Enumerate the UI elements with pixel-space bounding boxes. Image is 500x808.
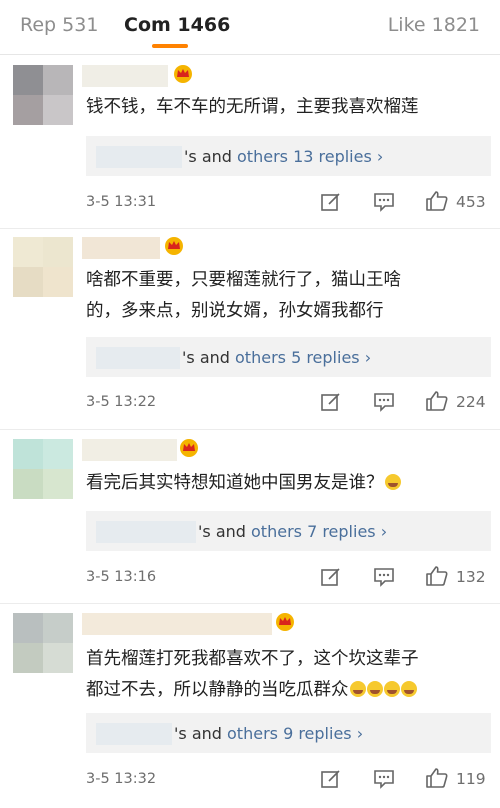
divider bbox=[0, 429, 500, 430]
avatar[interactable] bbox=[13, 65, 73, 125]
comment-text: 看完后其实特想知道她中国男友是谁？ bbox=[86, 468, 491, 499]
username-redacted[interactable] bbox=[82, 237, 160, 259]
comment-text: 啥都不重要，只要榴莲就行了，猫山王啥 的，多来点，别说女婿，孙女婿我都行 bbox=[86, 270, 401, 321]
reply-username-redacted bbox=[96, 347, 180, 369]
replies-summary: 's and others 7 replies › bbox=[198, 522, 388, 541]
comment-time: 3-5 13:32 bbox=[86, 771, 157, 787]
thumbs-up-icon[interactable] bbox=[425, 190, 449, 212]
comment-icon[interactable] bbox=[373, 192, 395, 212]
comment-time: 3-5 13:22 bbox=[86, 394, 157, 410]
comment-icon[interactable] bbox=[373, 567, 395, 587]
comment-text: 钱不钱，车不车的无所谓，主要我喜欢榴莲 bbox=[86, 97, 419, 117]
tab-comments[interactable]: Com 1466 bbox=[124, 14, 230, 36]
username-redacted[interactable] bbox=[82, 439, 177, 461]
edit-icon[interactable] bbox=[320, 192, 342, 212]
crown-badge-icon bbox=[180, 439, 198, 457]
replies-preview[interactable]: 's and others 7 replies › bbox=[86, 511, 491, 551]
replies-summary: 's and others 5 replies › bbox=[182, 348, 372, 367]
replies-summary: 's and others 9 replies › bbox=[174, 724, 364, 743]
laughing-emoji-icon bbox=[366, 681, 383, 697]
username-redacted[interactable] bbox=[82, 65, 168, 87]
laughing-emoji-icon bbox=[400, 681, 417, 697]
chevron-right-icon: › bbox=[380, 522, 388, 541]
replies-link[interactable]: others 7 replies bbox=[251, 522, 376, 541]
crown-badge-icon bbox=[174, 65, 192, 83]
thumbs-up-icon[interactable] bbox=[425, 390, 449, 412]
laughing-emoji-icon bbox=[349, 681, 366, 697]
chevron-right-icon: › bbox=[376, 147, 384, 166]
like-count: 453 bbox=[456, 193, 486, 211]
replies-link[interactable]: others 5 replies bbox=[235, 348, 360, 367]
replies-summary: 's and others 13 replies › bbox=[184, 147, 384, 166]
comment-item: 啥都不重要，只要榴莲就行了，猫山王啥 的，多来点，别说女婿，孙女婿我都行 's … bbox=[0, 230, 500, 430]
comment-item: 看完后其实特想知道她中国男友是谁？ 's and others 7 replie… bbox=[0, 432, 500, 604]
comment-tabs: Rep 531 Com 1466 Like 1821 bbox=[0, 0, 500, 55]
replies-preview[interactable]: 's and others 13 replies › bbox=[86, 136, 491, 176]
edit-icon[interactable] bbox=[320, 567, 342, 587]
like-count: 132 bbox=[456, 568, 486, 586]
replies-link[interactable]: others 13 replies bbox=[237, 147, 372, 166]
thumbs-up-icon[interactable] bbox=[425, 565, 449, 587]
comment-item: 首先榴莲打死我都喜欢不了，这个坎这辈子 都过不去，所以静静的当吃瓜群众 's a… bbox=[0, 606, 500, 808]
reply-username-redacted bbox=[96, 521, 196, 543]
divider bbox=[0, 603, 500, 604]
like-count: 224 bbox=[456, 393, 486, 411]
avatar[interactable] bbox=[13, 613, 73, 673]
like-count: 119 bbox=[456, 770, 486, 788]
avatar[interactable] bbox=[13, 237, 73, 297]
chevron-right-icon: › bbox=[356, 724, 364, 743]
chevron-right-icon: › bbox=[364, 348, 372, 367]
replies-preview[interactable]: 's and others 5 replies › bbox=[86, 337, 491, 377]
replies-link[interactable]: others 9 replies bbox=[227, 724, 352, 743]
comment-time: 3-5 13:31 bbox=[86, 194, 157, 210]
laughing-emoji-icon bbox=[383, 681, 400, 697]
comment-time: 3-5 13:16 bbox=[86, 569, 157, 585]
tab-likes[interactable]: Like 1821 bbox=[388, 14, 480, 36]
edit-icon[interactable] bbox=[320, 769, 342, 789]
crown-badge-icon bbox=[165, 237, 183, 255]
tab-reposts[interactable]: Rep 531 bbox=[20, 14, 98, 36]
reply-username-redacted bbox=[96, 723, 172, 745]
divider bbox=[0, 228, 500, 229]
reply-username-redacted bbox=[96, 146, 182, 168]
comment-text: 首先榴莲打死我都喜欢不了，这个坎这辈子 都过不去，所以静静的当吃瓜群众 bbox=[86, 649, 419, 700]
thumbs-up-icon[interactable] bbox=[425, 767, 449, 789]
edit-icon[interactable] bbox=[320, 392, 342, 412]
comment-icon[interactable] bbox=[373, 392, 395, 412]
comment-icon[interactable] bbox=[373, 769, 395, 789]
crown-badge-icon bbox=[276, 613, 294, 631]
comment-item: 钱不钱，车不车的无所谓，主要我喜欢榴莲 's and others 13 rep… bbox=[0, 58, 500, 230]
active-tab-indicator bbox=[152, 44, 188, 48]
replies-preview[interactable]: 's and others 9 replies › bbox=[86, 713, 491, 753]
avatar[interactable] bbox=[13, 439, 73, 499]
laughing-emoji-icon bbox=[384, 474, 401, 490]
username-redacted[interactable] bbox=[82, 613, 272, 635]
